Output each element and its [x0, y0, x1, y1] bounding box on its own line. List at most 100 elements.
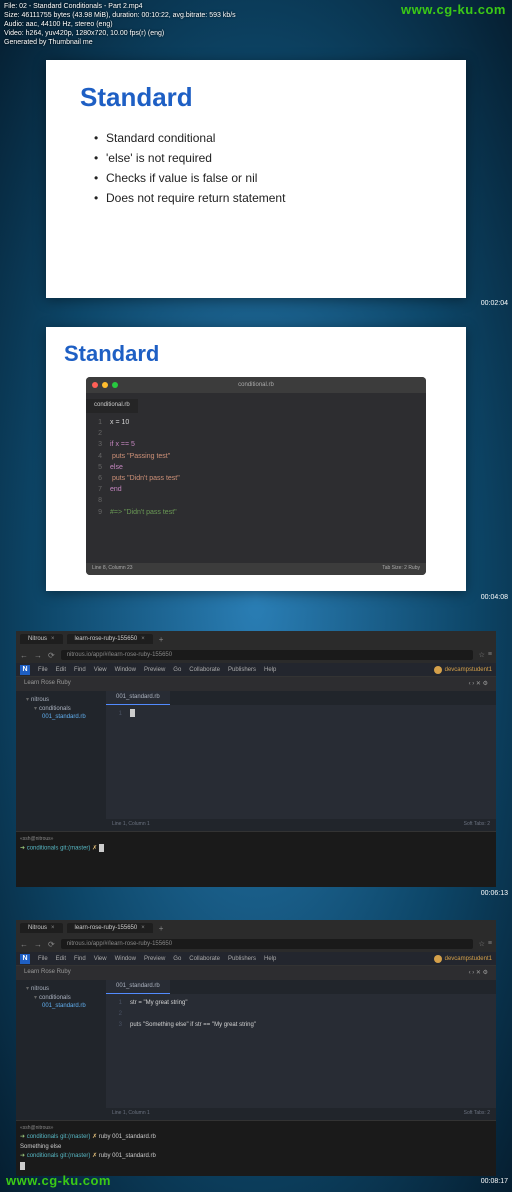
timestamp-4: 00:08:17	[481, 1178, 508, 1185]
browser-tab[interactable]: Nitrous×	[20, 923, 63, 933]
app-menu: N File Edit Find View Window Preview Go …	[16, 952, 496, 966]
browser-tab[interactable]: Nitrous×	[20, 634, 63, 644]
menu-preview[interactable]: Preview	[144, 667, 165, 673]
slide-standard-code: Standard conditional.rb conditional.rb 1…	[46, 327, 466, 591]
editor-window: conditional.rb conditional.rb 1x = 10 2 …	[86, 377, 426, 575]
forward-icon[interactable]: →	[34, 940, 42, 949]
slide-title: Standard	[80, 82, 432, 113]
slide-standard-bullets: Standard Standard conditional 'else' is …	[46, 60, 466, 298]
new-tab-icon[interactable]: +	[159, 635, 164, 644]
menu-collaborate[interactable]: Collaborate	[189, 667, 220, 673]
browser-tab[interactable]: learn-rose-ruby-155650×	[67, 634, 153, 644]
menu-publishers[interactable]: Publishers	[228, 956, 256, 962]
terminal[interactable]: «ssh@nitrous» ➜ conditionals git:(master…	[16, 1120, 496, 1176]
browser-window-2: Nitrous× learn-rose-ruby-155650× + ← → ⟳…	[16, 920, 496, 1176]
watermark-bottom: www.cg-ku.com	[6, 1173, 111, 1188]
forward-icon[interactable]: →	[34, 651, 42, 660]
watermark-top: www.cg-ku.com	[401, 2, 506, 17]
menu-view[interactable]: View	[94, 667, 107, 673]
menu-window[interactable]: Window	[115, 956, 136, 962]
code-editor[interactable]: 001_standard.rb 1str = "My great string"…	[106, 980, 496, 1120]
back-icon[interactable]: ←	[20, 651, 28, 660]
timestamp-1: 00:02:04	[481, 300, 508, 307]
url-input[interactable]: nitrous.io/app/#/learn-rose-ruby-155650	[61, 650, 473, 660]
chevron-down-icon: ▾	[26, 986, 29, 992]
tree-file[interactable]: 001_standard.rb	[20, 1002, 102, 1010]
refresh-icon[interactable]: ⟳	[48, 651, 55, 660]
tree-root[interactable]: ▾nitrous	[20, 695, 102, 704]
menu-go[interactable]: Go	[173, 667, 181, 673]
ide-statusbar: Line 1, Column 1Soft Tabs: 2	[106, 819, 496, 831]
close-icon[interactable]: ×	[141, 925, 145, 931]
project-header: Learn Rose Ruby‹ › ✕ ⚙	[16, 966, 496, 980]
menu-go[interactable]: Go	[173, 956, 181, 962]
menu-publishers[interactable]: Publishers	[228, 667, 256, 673]
chevron-down-icon: ▾	[26, 697, 29, 703]
close-icon[interactable]	[92, 382, 98, 388]
bullet: Checks if value is false or nil	[94, 171, 432, 185]
close-icon[interactable]: ×	[51, 925, 55, 931]
code-body[interactable]: 1x = 10 2 3if x == 5 4 puts "Passing tes…	[86, 413, 426, 522]
menu-file[interactable]: File	[38, 956, 48, 962]
editor-statusbar: Line 8, Column 23Tab Size: 2 Ruby	[86, 563, 426, 575]
bullet: Does not require return statement	[94, 191, 432, 205]
terminal-tab[interactable]: «ssh@nitrous»	[20, 836, 492, 842]
bullet: Standard conditional	[94, 131, 432, 145]
ide-statusbar: Line 1, Column 1Soft Tabs: 2	[106, 1108, 496, 1120]
cursor	[130, 709, 135, 717]
chevron-down-icon: ▾	[34, 995, 37, 1001]
cursor	[99, 844, 104, 852]
menu-file[interactable]: File	[38, 667, 48, 673]
editor-tab[interactable]: conditional.rb	[86, 399, 138, 413]
maximize-icon[interactable]	[112, 382, 118, 388]
timestamp-2: 00:04:08	[481, 594, 508, 601]
tree-file[interactable]: 001_standard.rb	[20, 713, 102, 721]
code-tab[interactable]: 001_standard.rb	[106, 691, 170, 705]
bullet-list: Standard conditional 'else' is not requi…	[80, 131, 432, 205]
menu-find[interactable]: Find	[74, 956, 86, 962]
browser-tab[interactable]: learn-rose-ruby-155650×	[67, 923, 153, 933]
code-tab[interactable]: 001_standard.rb	[106, 980, 170, 994]
star-icon[interactable]: ☆	[479, 940, 485, 948]
menu-help[interactable]: Help	[264, 667, 276, 673]
menu-collaborate[interactable]: Collaborate	[189, 956, 220, 962]
user-badge[interactable]: devcampstudent1	[434, 955, 492, 963]
project-header: Learn Rose Ruby‹ › ✕ ⚙	[16, 677, 496, 691]
browser-tab-strip: Nitrous× learn-rose-ruby-155650× +	[16, 631, 496, 647]
star-icon[interactable]: ☆	[479, 651, 485, 659]
tree-folder[interactable]: ▾conditionals	[20, 993, 102, 1002]
menu-view[interactable]: View	[94, 956, 107, 962]
cursor	[20, 1162, 25, 1170]
refresh-icon[interactable]: ⟳	[48, 940, 55, 949]
tree-folder[interactable]: ▾conditionals	[20, 704, 102, 713]
menu-edit[interactable]: Edit	[56, 667, 66, 673]
tree-root[interactable]: ▾nitrous	[20, 984, 102, 993]
terminal-tab[interactable]: «ssh@nitrous»	[20, 1125, 492, 1131]
logo[interactable]: N	[20, 665, 30, 675]
close-icon[interactable]: ×	[141, 636, 145, 642]
app-menu: N File Edit Find View Window Preview Go …	[16, 663, 496, 677]
bullet: 'else' is not required	[94, 151, 432, 165]
back-icon[interactable]: ←	[20, 940, 28, 949]
menu-icon[interactable]: ≡	[488, 651, 492, 659]
menu-preview[interactable]: Preview	[144, 956, 165, 962]
menu-edit[interactable]: Edit	[56, 956, 66, 962]
close-icon[interactable]: ×	[51, 636, 55, 642]
window-title: conditional.rb	[238, 382, 274, 388]
browser-url-bar: ← → ⟳ nitrous.io/app/#/learn-rose-ruby-1…	[16, 936, 496, 952]
menu-help[interactable]: Help	[264, 956, 276, 962]
menu-icon[interactable]: ≡	[488, 940, 492, 948]
new-tab-icon[interactable]: +	[159, 924, 164, 933]
menu-window[interactable]: Window	[115, 667, 136, 673]
editor-titlebar: conditional.rb	[86, 377, 426, 393]
avatar-icon	[434, 666, 442, 674]
logo[interactable]: N	[20, 954, 30, 964]
code-editor[interactable]: 001_standard.rb 1 Line 1, Column 1Soft T…	[106, 691, 496, 831]
user-badge[interactable]: devcampstudent1	[434, 666, 492, 674]
chevron-down-icon: ▾	[34, 706, 37, 712]
menu-find[interactable]: Find	[74, 667, 86, 673]
minimize-icon[interactable]	[102, 382, 108, 388]
url-input[interactable]: nitrous.io/app/#/learn-rose-ruby-155650	[61, 939, 473, 949]
terminal[interactable]: «ssh@nitrous» ➜ conditionals git:(master…	[16, 831, 496, 887]
file-tree: ▾nitrous ▾conditionals 001_standard.rb	[16, 691, 106, 831]
